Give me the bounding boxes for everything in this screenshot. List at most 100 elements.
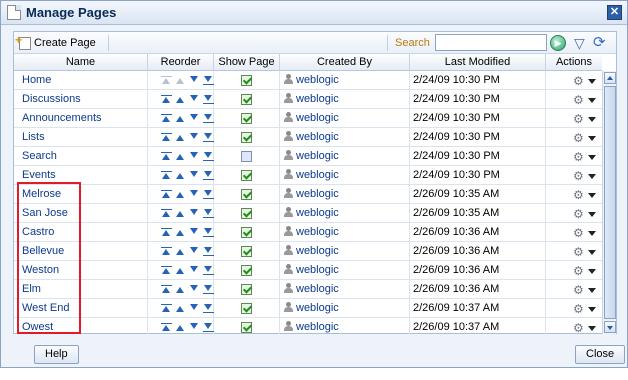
- scroll-up-button[interactable]: [604, 72, 616, 84]
- gear-icon[interactable]: ⚙: [573, 91, 584, 110]
- search-input[interactable]: [435, 34, 547, 51]
- created-by-link[interactable]: weblogic: [296, 93, 339, 105]
- chevron-down-icon[interactable]: [588, 117, 596, 122]
- column-header-last-modified[interactable]: Last Modified: [410, 54, 546, 71]
- move-to-bottom-icon[interactable]: [203, 209, 214, 218]
- move-to-top-icon[interactable]: [161, 76, 172, 85]
- gear-icon[interactable]: ⚙: [573, 167, 584, 186]
- scroll-thumb[interactable]: [604, 86, 616, 319]
- actions-cell[interactable]: ⚙: [546, 185, 602, 204]
- chevron-down-icon[interactable]: [588, 307, 596, 312]
- gear-icon[interactable]: ⚙: [573, 300, 584, 319]
- move-to-bottom-icon[interactable]: [203, 152, 214, 161]
- actions-cell[interactable]: ⚙: [546, 223, 602, 242]
- move-to-bottom-icon[interactable]: [203, 228, 214, 237]
- created-by-link[interactable]: weblogic: [296, 321, 339, 333]
- move-down-icon[interactable]: [189, 266, 200, 275]
- table-row[interactable]: Owest weblogic 2/26/09 10:37 AM ⚙: [14, 318, 602, 334]
- move-to-top-icon[interactable]: [161, 323, 172, 332]
- move-up-icon[interactable]: [175, 133, 186, 142]
- actions-cell[interactable]: ⚙: [546, 147, 602, 166]
- chevron-down-icon[interactable]: [588, 136, 596, 141]
- go-icon[interactable]: ▶: [550, 35, 566, 51]
- move-up-icon[interactable]: [175, 228, 186, 237]
- page-name-link[interactable]: Home: [22, 74, 51, 86]
- chevron-down-icon[interactable]: [588, 98, 596, 103]
- chevron-down-icon[interactable]: [588, 155, 596, 160]
- move-to-bottom-icon[interactable]: [203, 133, 214, 142]
- table-row[interactable]: Castro weblogic 2/26/09 10:36 AM ⚙: [14, 223, 602, 242]
- actions-cell[interactable]: ⚙: [546, 128, 602, 147]
- show-page-checkbox[interactable]: [241, 284, 252, 295]
- move-down-icon[interactable]: [189, 304, 200, 313]
- move-to-bottom-icon[interactable]: [203, 114, 214, 123]
- show-page-checkbox[interactable]: [241, 170, 252, 181]
- move-to-top-icon[interactable]: [161, 171, 172, 180]
- chevron-down-icon[interactable]: [588, 231, 596, 236]
- move-down-icon[interactable]: [189, 114, 200, 123]
- created-by-link[interactable]: weblogic: [296, 169, 339, 181]
- close-icon[interactable]: ✕: [607, 5, 622, 20]
- move-down-icon[interactable]: [189, 190, 200, 199]
- chevron-down-icon[interactable]: [588, 250, 596, 255]
- table-row[interactable]: Home weblogic 2/24/09 10:30 PM ⚙: [14, 71, 602, 90]
- vertical-scrollbar[interactable]: [602, 71, 616, 334]
- move-to-bottom-icon[interactable]: [203, 323, 214, 332]
- created-by-link[interactable]: weblogic: [296, 150, 339, 162]
- chevron-down-icon[interactable]: [588, 288, 596, 293]
- help-button[interactable]: Help: [34, 345, 79, 364]
- move-to-top-icon[interactable]: [161, 247, 172, 256]
- chevron-down-icon[interactable]: [588, 174, 596, 179]
- created-by-link[interactable]: weblogic: [296, 112, 339, 124]
- gear-icon[interactable]: ⚙: [573, 224, 584, 243]
- actions-cell[interactable]: ⚙: [546, 90, 602, 109]
- gear-icon[interactable]: ⚙: [573, 319, 584, 334]
- move-up-icon[interactable]: [175, 285, 186, 294]
- show-page-checkbox[interactable]: [241, 246, 252, 257]
- chevron-down-icon[interactable]: [588, 326, 596, 331]
- move-to-top-icon[interactable]: [161, 95, 172, 104]
- table-row[interactable]: West End weblogic 2/26/09 10:37 AM ⚙: [14, 299, 602, 318]
- move-up-icon[interactable]: [175, 152, 186, 161]
- chevron-down-icon[interactable]: [588, 79, 596, 84]
- created-by-link[interactable]: weblogic: [296, 283, 339, 295]
- table-row[interactable]: Events weblogic 2/24/09 10:30 PM ⚙: [14, 166, 602, 185]
- scroll-down-button[interactable]: [604, 321, 616, 333]
- refresh-icon[interactable]: ⟳: [593, 34, 609, 51]
- show-page-checkbox[interactable]: [241, 265, 252, 276]
- chevron-down-icon[interactable]: [588, 269, 596, 274]
- move-to-top-icon[interactable]: [161, 209, 172, 218]
- move-to-top-icon[interactable]: [161, 228, 172, 237]
- actions-cell[interactable]: ⚙: [546, 280, 602, 299]
- table-row[interactable]: Lists weblogic 2/24/09 10:30 PM ⚙: [14, 128, 602, 147]
- move-to-top-icon[interactable]: [161, 152, 172, 161]
- table-row[interactable]: Discussions weblogic 2/24/09 10:30 PM ⚙: [14, 90, 602, 109]
- move-to-top-icon[interactable]: [161, 114, 172, 123]
- actions-cell[interactable]: ⚙: [546, 299, 602, 318]
- actions-cell[interactable]: ⚙: [546, 261, 602, 280]
- move-down-icon[interactable]: [189, 171, 200, 180]
- filter-icon[interactable]: ▽: [574, 35, 588, 51]
- page-name-link[interactable]: Announcements: [22, 112, 102, 124]
- gear-icon[interactable]: ⚙: [573, 262, 584, 281]
- table-row[interactable]: San Jose weblogic 2/26/09 10:35 AM ⚙: [14, 204, 602, 223]
- chevron-down-icon[interactable]: [588, 193, 596, 198]
- move-up-icon[interactable]: [175, 95, 186, 104]
- move-down-icon[interactable]: [189, 76, 200, 85]
- move-to-top-icon[interactable]: [161, 266, 172, 275]
- create-page-button[interactable]: Create Page: [15, 33, 96, 51]
- show-page-checkbox[interactable]: [241, 189, 252, 200]
- gear-icon[interactable]: ⚙: [573, 281, 584, 300]
- show-page-checkbox[interactable]: [241, 322, 252, 333]
- table-row[interactable]: Elm weblogic 2/26/09 10:36 AM ⚙: [14, 280, 602, 299]
- move-to-bottom-icon[interactable]: [203, 171, 214, 180]
- page-name-link[interactable]: Search: [22, 150, 57, 162]
- actions-cell[interactable]: ⚙: [546, 204, 602, 223]
- show-page-checkbox[interactable]: [241, 113, 252, 124]
- column-header-created-by[interactable]: Created By: [280, 54, 410, 71]
- table-row[interactable]: Bellevue weblogic 2/26/09 10:36 AM ⚙: [14, 242, 602, 261]
- move-up-icon[interactable]: [175, 323, 186, 332]
- move-to-bottom-icon[interactable]: [203, 266, 214, 275]
- move-to-top-icon[interactable]: [161, 190, 172, 199]
- gear-icon[interactable]: ⚙: [573, 110, 584, 129]
